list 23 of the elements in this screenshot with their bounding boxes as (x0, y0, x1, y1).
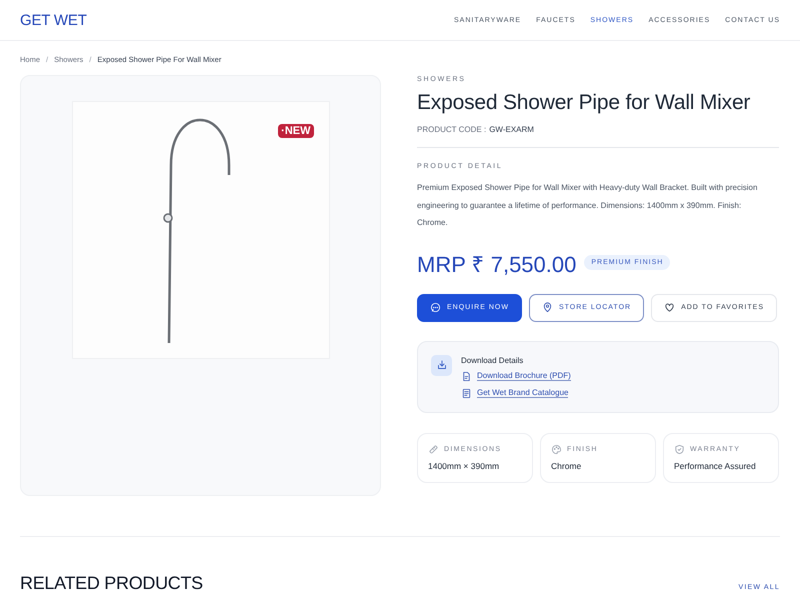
product-price: MRP ₹ 7,550.00 (417, 250, 576, 278)
heart-icon (664, 302, 676, 313)
download-link[interactable]: Get Wet Brand Catalogue (477, 388, 568, 398)
chat-bubble-icon (430, 302, 441, 313)
product-description: Premium Exposed Shower Pipe for Wall Mixer with Heavy-duty Wall Bracket. Built with precision engineering to guarantee a lifetime of performance. Dimensions: 1400mm x 390mm. Finish: Chrome. (417, 182, 758, 229)
download-icon (436, 359, 448, 371)
list-document-icon (461, 388, 472, 398)
document-icon (461, 370, 472, 382)
spec-value: Performance Assured (674, 460, 757, 470)
site-logo[interactable]: GET WET (20, 12, 87, 28)
map-pin-icon (542, 302, 553, 313)
new-badge: ·NEW (278, 124, 314, 138)
spec-value: 1400mm × 390mm (428, 460, 500, 470)
shield-check-icon (674, 444, 685, 454)
section-heading: RELATED PRODUCTS (20, 573, 203, 593)
product-code: GW-EXARM (489, 125, 534, 134)
product-title: Exposed Shower Pipe for Wall Mixer (417, 91, 752, 115)
download-link[interactable]: Download Brochure (PDF) (477, 371, 571, 381)
downloads-title: Download Details (461, 356, 524, 364)
product-code-label: PRODUCT CODE : (417, 125, 486, 134)
ruler-icon (428, 444, 439, 454)
palette-icon (551, 444, 562, 454)
spec-value: Chrome (551, 460, 582, 470)
